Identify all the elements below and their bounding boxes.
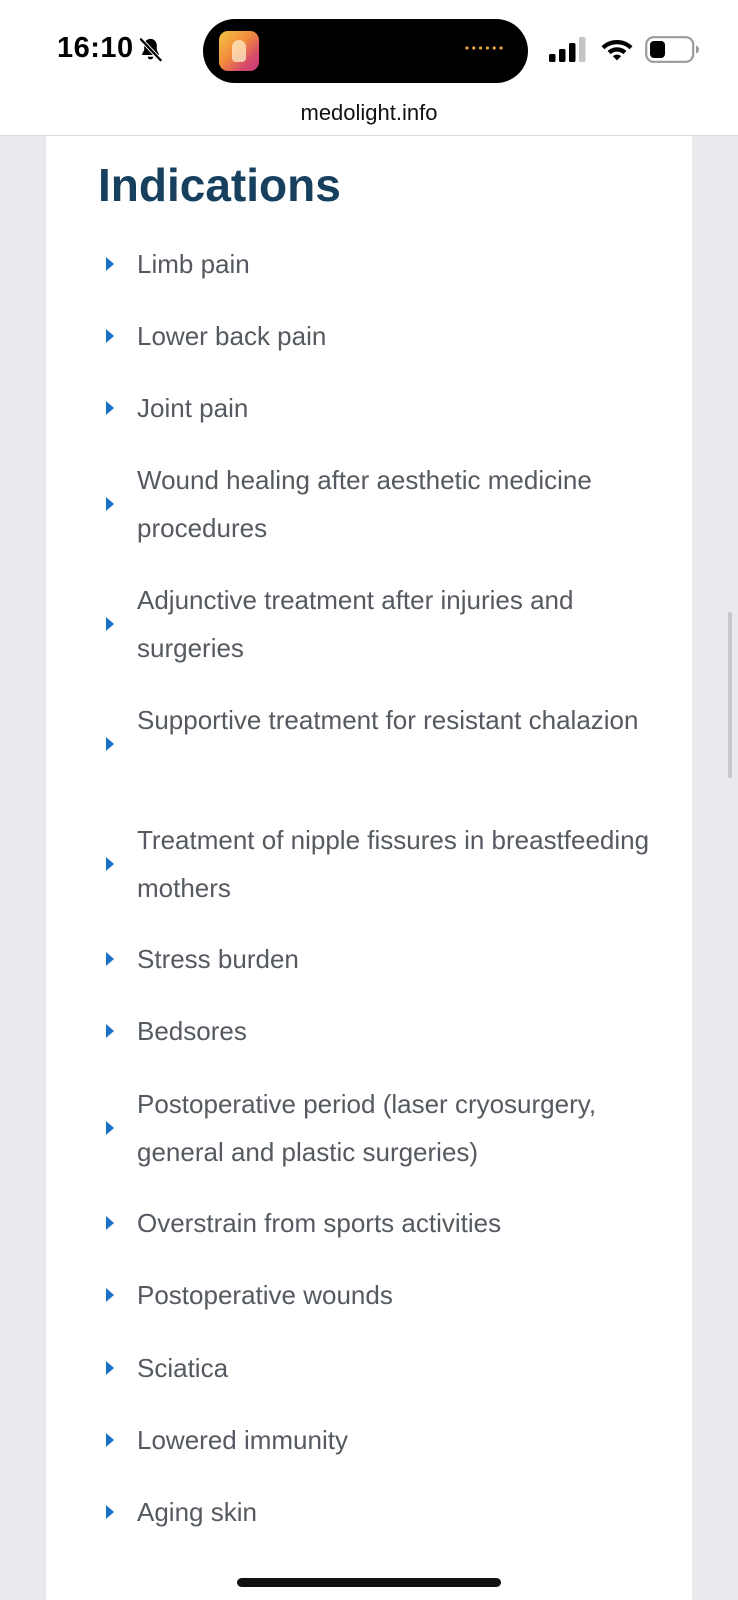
triangle-right-icon	[106, 1216, 114, 1230]
list-item-label: Bedsores	[137, 1016, 247, 1046]
content-card: Indications Limb pain Lower back pain Jo…	[46, 136, 692, 1600]
triangle-right-icon	[106, 1288, 114, 1302]
bell-slash-icon	[138, 37, 163, 63]
list-item: Supportive treatment for resistant chala…	[46, 696, 692, 792]
list-item-label: Postoperative period (laser cryosurgery,…	[137, 1089, 597, 1167]
list-item: Adjunctive treatment after injuries and …	[46, 576, 692, 672]
list-item-label: Postoperative wounds	[137, 1280, 393, 1310]
battery-icon	[645, 36, 699, 63]
list-item-label: Limb pain	[137, 249, 250, 279]
triangle-right-icon	[106, 1024, 114, 1038]
triangle-right-icon	[106, 401, 114, 415]
now-playing-thumbnail	[219, 31, 259, 71]
wifi-icon	[601, 40, 633, 61]
triangle-right-icon	[106, 952, 114, 966]
page-scrollbar[interactable]	[728, 612, 732, 778]
list-item-label: Treatment of nipple fissures in breastfe…	[137, 825, 650, 903]
triangle-right-icon	[106, 257, 114, 271]
section-title: Indications	[98, 159, 341, 211]
list-item-label: Sciatica	[137, 1353, 229, 1383]
list-item: Wound healing after aesthetic medicine p…	[46, 456, 692, 552]
list-item: Postoperative wounds	[46, 1271, 692, 1319]
list-item-label: Joint pain	[137, 393, 249, 423]
url-bar[interactable]: medolight.info	[0, 98, 738, 136]
url-text[interactable]: medolight.info	[0, 98, 738, 128]
list-item-label: Lowered immunity	[137, 1425, 348, 1455]
cellular-signal-icon	[549, 37, 586, 62]
triangle-right-icon	[106, 1505, 114, 1519]
triangle-right-icon	[106, 617, 114, 631]
triangle-right-icon	[106, 857, 114, 871]
list-item: Joint pain	[46, 384, 692, 432]
list-item-label: Aging skin	[137, 1497, 257, 1527]
list-item: Stress burden	[46, 935, 692, 983]
triangle-right-icon	[106, 1433, 114, 1447]
list-item: Postoperative period (laser cryosurgery,…	[46, 1080, 692, 1176]
triangle-right-icon	[106, 1121, 114, 1135]
list-item-label: Overstrain from sports activities	[137, 1208, 502, 1238]
status-bar: 16:10	[0, 0, 738, 98]
triangle-right-icon	[106, 1361, 114, 1375]
dynamic-island[interactable]	[203, 19, 528, 83]
list-item: Overstrain from sports activities	[46, 1199, 692, 1247]
audio-activity-icon	[465, 46, 503, 50]
status-time: 16:10	[57, 32, 134, 64]
list-item-label: Wound healing after aesthetic medicine p…	[137, 465, 592, 543]
triangle-right-icon	[106, 497, 114, 511]
list-item-label: Supportive treatment for resistant chala…	[137, 705, 639, 735]
list-item-label: Stress burden	[137, 944, 299, 974]
list-item-label: Lower back pain	[137, 321, 327, 351]
list-item: Aging skin	[46, 1488, 692, 1536]
list-item: Bedsores	[46, 1007, 692, 1055]
home-indicator[interactable]	[237, 1578, 501, 1587]
triangle-right-icon	[106, 329, 114, 343]
list-item: Lower back pain	[46, 312, 692, 360]
list-item: Sciatica	[46, 1344, 692, 1392]
list-item: Treatment of nipple fissures in breastfe…	[46, 816, 692, 912]
list-item: Lowered immunity	[46, 1416, 692, 1464]
list-item-label: Adjunctive treatment after injuries and …	[137, 585, 574, 663]
triangle-right-icon	[106, 737, 114, 751]
list-item: Limb pain	[46, 240, 692, 288]
